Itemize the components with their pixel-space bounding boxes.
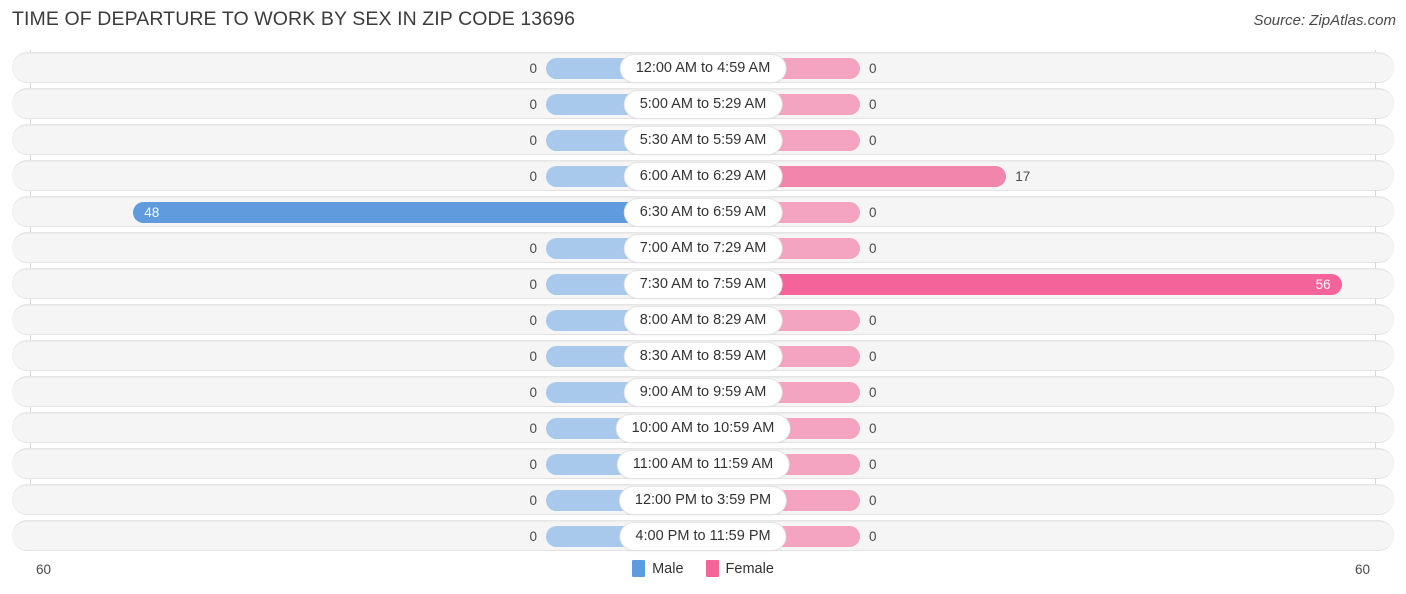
bar-value-male: 0 — [529, 421, 537, 436]
category-label: 7:30 AM to 7:59 AM — [624, 271, 782, 298]
category-label: 6:00 AM to 6:29 AM — [624, 163, 782, 190]
bar-value-female: 0 — [869, 421, 877, 436]
bar-value-male: 0 — [529, 169, 537, 184]
bar-female[interactable] — [703, 274, 1342, 295]
bar-value-female: 0 — [869, 457, 877, 472]
chart-row: 0 0 8:30 AM to 8:59 AM — [12, 340, 1394, 371]
chart-row: 0 0 10:00 AM to 10:59 AM — [12, 412, 1394, 443]
category-label: 11:00 AM to 11:59 AM — [617, 451, 789, 478]
legend-label-female: Female — [725, 560, 774, 577]
bar-value-male: 48 — [144, 205, 160, 220]
bar-value-female: 0 — [869, 133, 877, 148]
chart-legend: Male Female — [0, 560, 1406, 577]
bar-value-female: 0 — [869, 385, 877, 400]
bar-value-male: 0 — [529, 385, 537, 400]
category-label: 8:30 AM to 8:59 AM — [624, 343, 782, 370]
bar-value-female: 0 — [869, 529, 877, 544]
category-label: 10:00 AM to 10:59 AM — [616, 415, 790, 442]
bar-value-female: 0 — [869, 205, 877, 220]
legend-item-male[interactable]: Male — [632, 560, 684, 577]
bar-value-male: 0 — [529, 457, 537, 472]
chart-row: 0 0 7:00 AM to 7:29 AM — [12, 232, 1394, 263]
chart-plot-area: 0 0 12:00 AM to 4:59 AM 0 0 5:00 AM to 5:29 A… — [0, 50, 1406, 555]
category-label: 5:30 AM to 5:59 AM — [624, 127, 782, 154]
category-label: 12:00 AM to 4:59 AM — [620, 55, 786, 82]
bar-value-female: 0 — [869, 313, 877, 328]
bar-value-male: 0 — [529, 61, 537, 76]
bar-value-male: 0 — [529, 241, 537, 256]
category-label: 7:00 AM to 7:29 AM — [624, 235, 782, 262]
chart-row: 0 0 12:00 PM to 3:59 PM — [12, 484, 1394, 515]
bar-value-female: 17 — [1015, 169, 1031, 184]
bar-value-male: 0 — [529, 349, 537, 364]
chart-row: 48 0 6:30 AM to 6:59 AM — [12, 196, 1394, 227]
chart-row: 0 0 8:00 AM to 8:29 AM — [12, 304, 1394, 335]
legend-label-male: Male — [652, 560, 684, 577]
category-label: 8:00 AM to 8:29 AM — [624, 307, 782, 334]
category-label: 12:00 PM to 3:59 PM — [619, 487, 787, 514]
bar-value-female: 0 — [869, 493, 877, 508]
bar-value-female: 0 — [869, 61, 877, 76]
bar-value-female: 0 — [869, 97, 877, 112]
chart-row: 0 0 5:00 AM to 5:29 AM — [12, 88, 1394, 119]
chart-row: 0 0 12:00 AM to 4:59 AM — [12, 52, 1394, 83]
chart-row: 0 17 6:00 AM to 6:29 AM — [12, 160, 1394, 191]
chart-row: 0 56 7:30 AM to 7:59 AM — [12, 268, 1394, 299]
category-label: 6:30 AM to 6:59 AM — [624, 199, 782, 226]
category-label: 4:00 PM to 11:59 PM — [620, 523, 786, 550]
bar-male[interactable] — [133, 202, 703, 223]
bar-value-male: 0 — [529, 529, 537, 544]
page-title: TIME OF DEPARTURE TO WORK BY SEX IN ZIP … — [12, 8, 576, 30]
chart-page: TIME OF DEPARTURE TO WORK BY SEX IN ZIP … — [0, 0, 1406, 594]
bar-value-male: 0 — [529, 493, 537, 508]
legend-swatch-male — [632, 560, 646, 577]
bar-value-male: 0 — [529, 277, 537, 292]
legend-swatch-female — [705, 560, 719, 577]
chart-row: 0 0 9:00 AM to 9:59 AM — [12, 376, 1394, 407]
bar-value-female: 56 — [1315, 277, 1331, 292]
source-attribution: Source: ZipAtlas.com — [1253, 12, 1396, 29]
bar-value-female: 0 — [869, 241, 877, 256]
bar-value-male: 0 — [529, 313, 537, 328]
bar-value-male: 0 — [529, 97, 537, 112]
category-label: 5:00 AM to 5:29 AM — [624, 91, 782, 118]
legend-item-female[interactable]: Female — [705, 560, 774, 577]
chart-row: 0 0 11:00 AM to 11:59 AM — [12, 448, 1394, 479]
chart-row: 0 0 4:00 PM to 11:59 PM — [12, 520, 1394, 551]
category-label: 9:00 AM to 9:59 AM — [624, 379, 782, 406]
chart-row: 0 0 5:30 AM to 5:59 AM — [12, 124, 1394, 155]
bar-value-male: 0 — [529, 133, 537, 148]
bar-value-female: 0 — [869, 349, 877, 364]
